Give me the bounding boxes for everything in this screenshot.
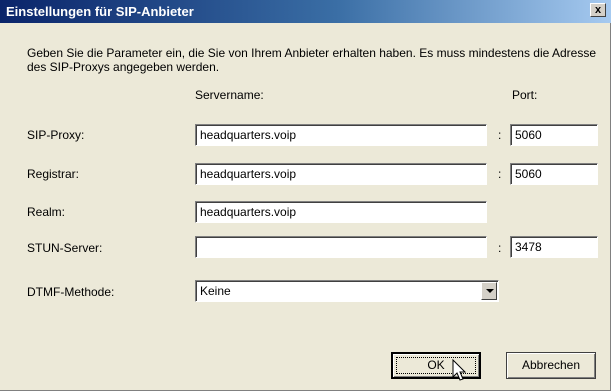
registrar-label: Registrar: bbox=[27, 167, 80, 181]
cancel-button[interactable]: Abbrechen bbox=[506, 352, 596, 379]
mouse-pointer-icon bbox=[452, 359, 467, 381]
registrar-port-input[interactable]: 5060 bbox=[510, 163, 598, 185]
stun-server-colon: : bbox=[498, 241, 502, 255]
close-icon: x bbox=[594, 4, 602, 16]
realm-input[interactable]: headquarters.voip bbox=[195, 201, 487, 223]
realm-label: Realm: bbox=[27, 205, 66, 219]
registrar-server-input[interactable]: headquarters.voip bbox=[195, 163, 487, 185]
dialog-window: Einstellungen für SIP-Anbieter x Geben S… bbox=[0, 0, 611, 391]
instructions-text: Geben Sie die Parameter ein, die Sie von… bbox=[27, 46, 596, 74]
dtmf-method-label: DTMF-Methode: bbox=[27, 285, 115, 299]
cancel-button-label: Abbrechen bbox=[521, 358, 581, 372]
stun-server-port-input[interactable]: 3478 bbox=[510, 236, 598, 258]
close-button[interactable]: x bbox=[590, 3, 606, 17]
dtmf-method-value: Keine bbox=[200, 284, 231, 298]
sip-proxy-label: SIP-Proxy: bbox=[27, 128, 85, 142]
sip-proxy-colon: : bbox=[498, 128, 502, 142]
stun-server-input[interactable] bbox=[195, 236, 487, 258]
window-title: Einstellungen für SIP-Anbieter bbox=[6, 4, 194, 19]
port-header: Port: bbox=[512, 88, 538, 102]
title-bar[interactable]: Einstellungen für SIP-Anbieter x bbox=[0, 0, 611, 23]
sip-proxy-server-input[interactable]: headquarters.voip bbox=[195, 124, 487, 146]
chevron-down-icon bbox=[486, 289, 494, 293]
sip-proxy-port-input[interactable]: 5060 bbox=[510, 124, 598, 146]
dtmf-method-select[interactable]: Keine bbox=[195, 280, 499, 302]
stun-server-label: STUN-Server: bbox=[27, 241, 103, 255]
servername-header: Servername: bbox=[195, 88, 264, 102]
dropdown-button[interactable] bbox=[481, 282, 497, 300]
registrar-colon: : bbox=[498, 167, 502, 181]
